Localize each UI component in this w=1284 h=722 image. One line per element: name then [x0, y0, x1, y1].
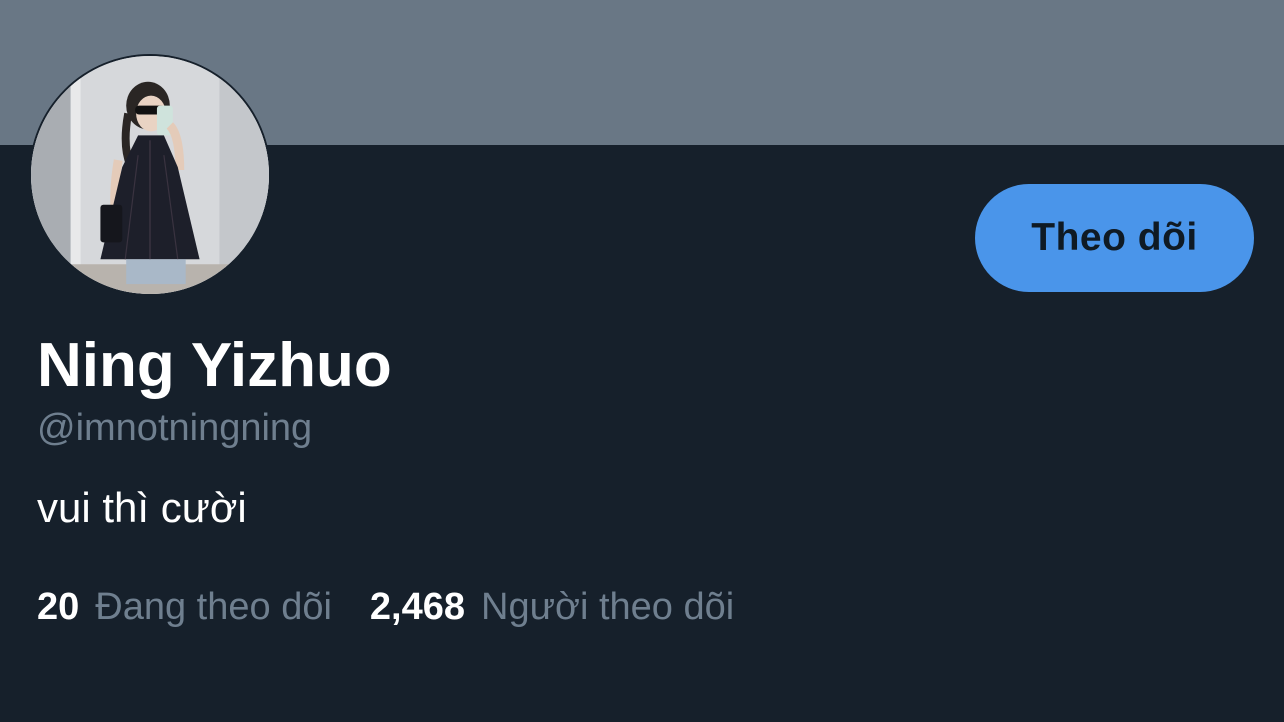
followers-label: Người theo dõi	[481, 586, 735, 628]
profile-stats: 20 Đang theo dõi 2,468 Người theo dõi	[37, 582, 734, 632]
following-stat-link[interactable]: 20 Đang theo dõi	[37, 582, 332, 632]
followers-stat-link[interactable]: 2,468 Người theo dõi	[370, 582, 734, 632]
following-label: Đang theo dõi	[95, 586, 332, 628]
user-handle: @imnotningning	[37, 407, 313, 449]
profile-avatar[interactable]	[29, 54, 271, 296]
following-count: 20	[37, 586, 80, 628]
profile-bio: vui thì cười	[37, 484, 247, 531]
followers-count: 2,468	[369, 586, 466, 628]
avatar-photo	[31, 56, 269, 294]
follow-button[interactable]: Theo dõi	[975, 184, 1254, 292]
display-name: Ning Yizhuo	[37, 331, 392, 400]
